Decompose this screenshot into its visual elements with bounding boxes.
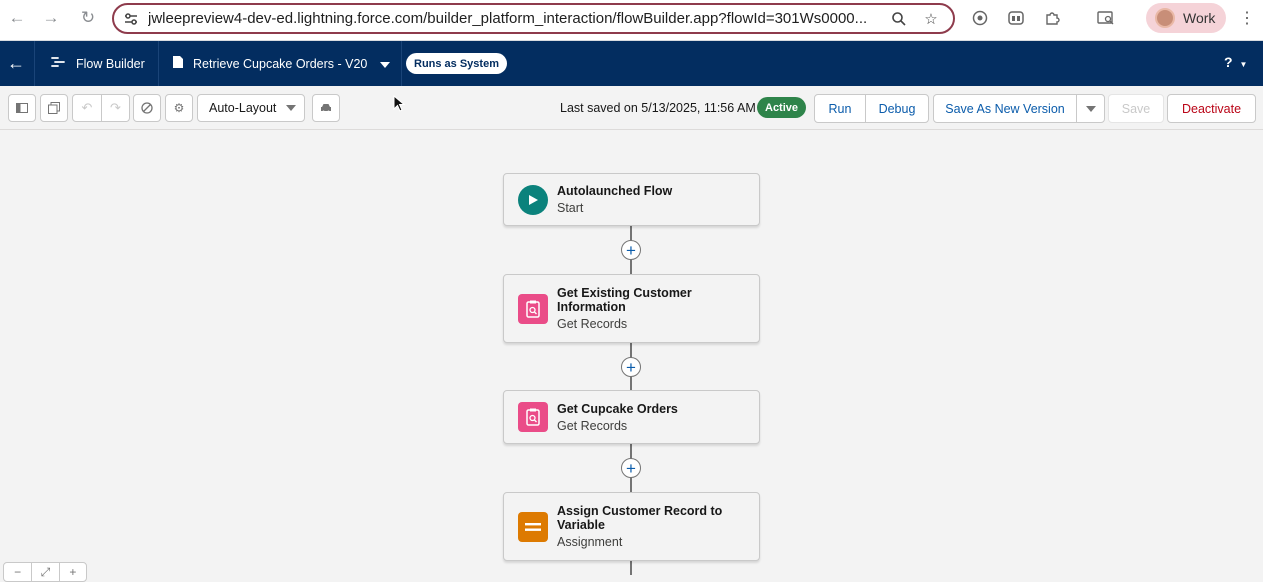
gear-icon[interactable]: ⚙	[165, 94, 193, 122]
back-icon[interactable]: ←	[6, 52, 26, 74]
app-title: Flow Builder	[50, 41, 145, 86]
site-settings-icon[interactable]	[114, 12, 148, 26]
deactivate-button[interactable]: Deactivate	[1167, 94, 1256, 123]
flow-builder-icon	[50, 55, 66, 72]
zoom-in-icon[interactable]: +	[58, 563, 86, 581]
more-vert-icon[interactable]: ⋮	[1239, 8, 1255, 28]
add-element-button[interactable]: +	[621, 357, 641, 377]
address-bar[interactable]: jwleepreview4-dev-ed.lightning.force.com…	[112, 3, 955, 34]
app-name: Flow Builder	[76, 56, 145, 71]
divider	[34, 41, 35, 86]
runs-as-badge: Runs as System	[406, 53, 507, 74]
flow-node-start[interactable]: Autolaunched Flow Start	[503, 173, 760, 226]
mouse-cursor-icon	[393, 95, 406, 112]
errors-icon[interactable]	[133, 94, 161, 122]
save-options-button[interactable]	[1076, 95, 1104, 122]
play-icon	[518, 184, 548, 215]
flow-node-get-records[interactable]: Get Existing Customer Information Get Re…	[503, 274, 760, 343]
reload-icon[interactable]: ↻	[76, 6, 100, 30]
chevron-down-icon: ▼	[1239, 60, 1248, 69]
layout-select-value: Auto-Layout	[209, 101, 277, 115]
tab-search-icon[interactable]	[1096, 8, 1116, 28]
last-saved-text: Last saved on 5/13/2025, 11:56 AM	[560, 101, 756, 115]
save-as-new-version-button[interactable]: Save As New Version	[934, 95, 1076, 122]
node-label: Autolaunched Flow	[557, 184, 673, 198]
status-badge: Active	[757, 97, 807, 118]
toggle-panel-icon[interactable]	[8, 94, 36, 122]
save-as-group: Save As New Version	[933, 94, 1105, 123]
run-button[interactable]: Run	[815, 95, 865, 122]
zoom-icon[interactable]	[889, 9, 909, 29]
document-icon	[172, 55, 184, 72]
node-label: Get Cupcake Orders	[557, 401, 678, 416]
flow-node-get-records[interactable]: Get Cupcake Orders Get Records	[503, 390, 760, 444]
reader-icon[interactable]	[1006, 8, 1026, 28]
back-arrow-icon[interactable]: ←	[5, 6, 29, 30]
debug-button[interactable]: Debug	[865, 95, 928, 122]
flow-builder-header: ← Flow Builder Retrieve Cupcake Orders -…	[0, 41, 1263, 86]
zoom-controls: − ⤢ +	[3, 562, 87, 582]
flow-toolbar: ↶ ↷ ⚙ Auto-Layout Last saved on 5/13/202…	[0, 86, 1263, 130]
flow-node-assignment[interactable]: Assign Customer Record to Variable Assig…	[503, 492, 760, 561]
get-records-icon	[518, 293, 548, 324]
node-label: Assign Customer Record to Variable	[557, 504, 723, 532]
flow-title: Retrieve Cupcake Orders - V20	[193, 56, 368, 71]
puzzle-icon[interactable]	[1042, 8, 1062, 28]
redo-icon[interactable]: ↷	[101, 95, 129, 121]
divider	[158, 41, 159, 86]
save-button[interactable]: Save	[1108, 94, 1164, 123]
add-element-button[interactable]: +	[621, 240, 641, 260]
undo-redo-group: ↶ ↷	[72, 94, 130, 122]
browser-toolbar: ← → ↻ jwleepreview4-dev-ed.lightning.for…	[0, 0, 1263, 41]
add-element-button[interactable]: +	[621, 458, 641, 478]
zoom-out-icon[interactable]: −	[4, 563, 31, 581]
help-icon: ?	[1224, 54, 1233, 70]
fit-view-icon[interactable]: ⤢	[31, 563, 58, 581]
extension-icon[interactable]	[970, 8, 990, 28]
node-label: Get Existing Customer Information	[557, 286, 692, 314]
url-text: jwleepreview4-dev-ed.lightning.force.com…	[148, 10, 868, 27]
node-type: Start	[557, 201, 584, 215]
car-icon[interactable]	[312, 94, 340, 122]
flow-title-menu[interactable]: Retrieve Cupcake Orders - V20	[172, 41, 391, 86]
chevron-down-icon[interactable]	[380, 57, 391, 71]
flow-canvas[interactable]: + + + Autolaunched Flow Start Get Existi…	[0, 130, 1263, 575]
get-records-icon	[518, 402, 548, 432]
run-debug-group: Run Debug	[814, 94, 929, 123]
chevron-down-icon	[286, 105, 296, 111]
undo-icon[interactable]: ↶	[73, 95, 101, 121]
toolbox-icon[interactable]	[40, 94, 68, 122]
profile-name: Work	[1183, 10, 1216, 26]
node-type: Assignment	[557, 535, 623, 549]
chevron-down-icon	[1085, 105, 1096, 112]
connector-line	[630, 560, 632, 575]
node-type: Get Records	[557, 418, 628, 433]
node-type: Get Records	[557, 317, 628, 331]
layout-select[interactable]: Auto-Layout	[197, 94, 305, 122]
assignment-icon	[518, 511, 548, 542]
bookmark-star-icon[interactable]: ☆	[921, 9, 941, 29]
profile-button[interactable]: Work	[1146, 3, 1226, 33]
help-menu[interactable]: ? ▼	[1224, 54, 1247, 70]
forward-arrow-icon[interactable]: →	[39, 6, 63, 30]
avatar	[1155, 8, 1175, 28]
divider	[401, 41, 402, 86]
